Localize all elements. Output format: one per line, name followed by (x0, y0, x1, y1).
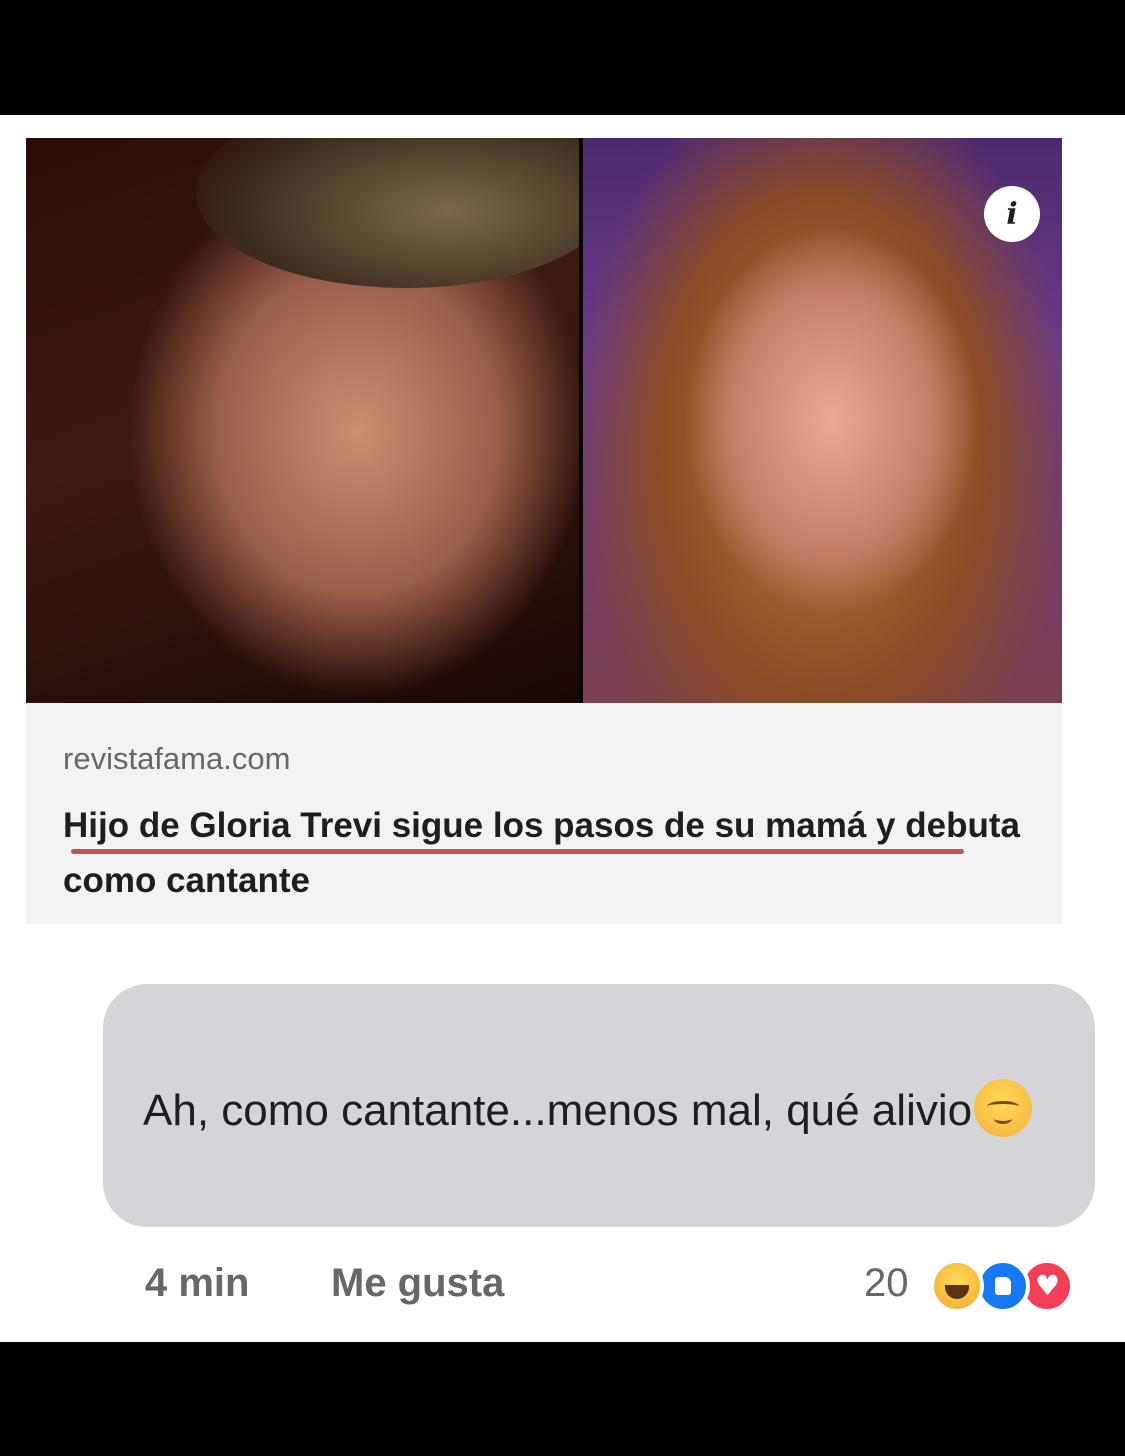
reactions-summary[interactable]: 20 (864, 1255, 1104, 1317)
like-button[interactable]: Me gusta (331, 1261, 504, 1306)
link-preview-card[interactable]: i revistafama.com Hijo de Gloria Trevi s… (26, 138, 1062, 924)
comment-text-block: Ah, como cantante...menos mal, qué alivi… (143, 1079, 1063, 1140)
comment-bubble: Ah, como cantante...menos mal, qué alivi… (103, 984, 1095, 1227)
preview-photo-son (26, 138, 616, 703)
comment-timestamp: 4 min (145, 1261, 250, 1305)
like-icon (976, 1259, 1030, 1313)
relieved-face-icon (974, 1079, 1033, 1137)
headline-underline-mark (71, 849, 964, 854)
link-source-domain: revistafama.com (63, 741, 291, 776)
info-icon[interactable]: i (984, 186, 1040, 242)
comment-text: Ah, como cantante...menos mal, qué alivi… (143, 1086, 973, 1135)
screen: i revistafama.com Hijo de Gloria Trevi s… (0, 115, 1125, 1342)
haha-icon (930, 1259, 984, 1313)
preview-images (26, 138, 1062, 703)
reaction-count: 20 (864, 1261, 909, 1305)
